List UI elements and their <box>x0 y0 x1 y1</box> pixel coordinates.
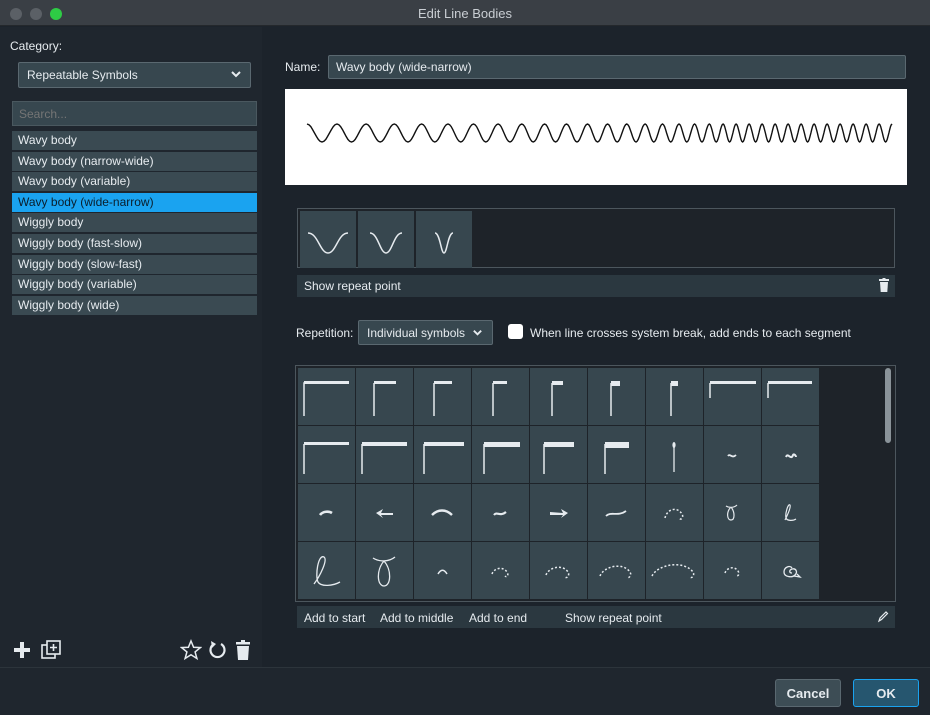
wavy-line-preview <box>306 123 893 143</box>
sidebar: Category: Repeatable Symbols Wavy body W… <box>0 27 262 667</box>
line-preview <box>285 89 907 185</box>
spiral-symbol[interactable] <box>762 542 819 599</box>
bracket-symbol[interactable] <box>588 368 645 425</box>
repetition-value: Individual symbols <box>367 326 466 340</box>
bracket-symbol[interactable] <box>704 368 761 425</box>
segment-symbol[interactable] <box>416 211 472 268</box>
large-curl-symbol[interactable] <box>298 542 355 599</box>
window-title: Edit Line Bodies <box>418 6 512 21</box>
segment-toolbar: Show repeat point <box>297 275 895 297</box>
cancel-button[interactable]: Cancel <box>775 679 841 707</box>
large-loop-symbol[interactable] <box>356 542 413 599</box>
duplicate-icon[interactable] <box>40 637 62 667</box>
curl-symbol[interactable] <box>762 484 819 541</box>
revert-icon[interactable] <box>208 637 228 667</box>
category-label: Category: <box>10 39 63 53</box>
palette-scrollbar-thumb[interactable] <box>885 368 891 443</box>
chevron-down-icon <box>230 68 242 83</box>
bracket-symbol[interactable] <box>414 368 471 425</box>
plus-icon[interactable] <box>12 637 32 666</box>
list-item[interactable]: Wavy body <box>12 131 257 150</box>
dotted-hook-symbol[interactable] <box>472 542 529 599</box>
bracket-symbol[interactable] <box>588 426 645 483</box>
star-icon[interactable] <box>179 637 203 667</box>
line-body-list: Wavy body Wavy body (narrow-wide) Wavy b… <box>12 131 257 316</box>
repetition-select[interactable]: Individual symbols <box>358 320 493 345</box>
dotted-hook-symbol[interactable] <box>530 542 587 599</box>
list-item[interactable]: Wiggly body (slow-fast) <box>12 254 257 274</box>
segment-symbol[interactable] <box>358 211 414 268</box>
small-wave-symbol[interactable] <box>704 426 761 483</box>
search-input[interactable] <box>12 101 257 126</box>
ok-button[interactable]: OK <box>853 679 919 707</box>
name-field[interactable]: Wavy body (wide-narrow) <box>328 55 906 79</box>
bracket-symbol[interactable] <box>356 368 413 425</box>
list-item[interactable]: Wiggly body (variable) <box>12 275 257 295</box>
name-label: Name: <box>285 60 321 74</box>
delete-icon[interactable] <box>234 637 252 667</box>
tilde-symbol[interactable] <box>472 484 529 541</box>
segment-symbol[interactable] <box>300 211 356 268</box>
repetition-label: Repetition: <box>296 326 354 340</box>
dotted-hook-symbol[interactable] <box>704 542 761 599</box>
arrow-right-symbol[interactable] <box>530 484 587 541</box>
caret-symbol[interactable] <box>414 542 471 599</box>
curve-symbol[interactable] <box>298 484 355 541</box>
show-repeat-point-button[interactable]: Show repeat point <box>565 611 662 625</box>
add-to-end-button[interactable]: Add to end <box>469 611 527 625</box>
list-item[interactable]: Wiggly body (wide) <box>12 295 257 315</box>
sidebar-actions <box>10 637 260 663</box>
bracket-symbol[interactable] <box>472 426 529 483</box>
list-item-selected[interactable]: Wavy body (wide-narrow) <box>12 192 257 212</box>
category-select[interactable]: Repeatable Symbols <box>18 62 251 88</box>
bracket-symbol[interactable] <box>530 368 587 425</box>
bracket-symbol[interactable] <box>414 426 471 483</box>
pencil-icon[interactable] <box>877 610 889 626</box>
bracket-symbol[interactable] <box>472 368 529 425</box>
title-bar: Edit Line Bodies <box>0 0 930 26</box>
palette-toolbar: Add to start Add to middle Add to end Sh… <box>297 606 895 628</box>
trill-wave-symbol[interactable] <box>762 426 819 483</box>
dotted-hook-symbol[interactable] <box>646 542 703 599</box>
bracket-symbol[interactable] <box>646 368 703 425</box>
chevron-down-icon <box>473 330 483 336</box>
arrow-left-symbol[interactable] <box>356 484 413 541</box>
list-item[interactable]: Wiggly body <box>12 213 257 233</box>
vertical-stroke-symbol[interactable] <box>646 426 703 483</box>
bracket-symbol[interactable] <box>762 368 819 425</box>
dotted-hook-symbol[interactable] <box>588 542 645 599</box>
list-item[interactable]: Wiggly body (fast-slow) <box>12 233 257 253</box>
arc-symbol[interactable] <box>414 484 471 541</box>
list-item[interactable]: Wavy body (narrow-wide) <box>12 151 257 171</box>
dotted-hook-symbol[interactable] <box>646 484 703 541</box>
bracket-symbol[interactable] <box>356 426 413 483</box>
category-value: Repeatable Symbols <box>27 68 138 82</box>
loop-symbol[interactable] <box>704 484 761 541</box>
symbol-segments <box>297 208 895 268</box>
show-repeat-point-button[interactable]: Show repeat point <box>304 279 401 293</box>
symbol-palette <box>295 365 896 602</box>
list-item[interactable]: Wavy body (variable) <box>12 172 257 192</box>
system-break-checkbox-label: When line crosses system break, add ends… <box>530 326 851 340</box>
add-to-middle-button[interactable]: Add to middle <box>380 611 453 625</box>
system-break-checkbox[interactable] <box>508 324 523 339</box>
bracket-symbol[interactable] <box>298 368 355 425</box>
trash-icon[interactable] <box>879 278 889 292</box>
bracket-symbol[interactable] <box>530 426 587 483</box>
long-tilde-symbol[interactable] <box>588 484 645 541</box>
bracket-symbol[interactable] <box>298 426 355 483</box>
add-to-start-button[interactable]: Add to start <box>304 611 365 625</box>
